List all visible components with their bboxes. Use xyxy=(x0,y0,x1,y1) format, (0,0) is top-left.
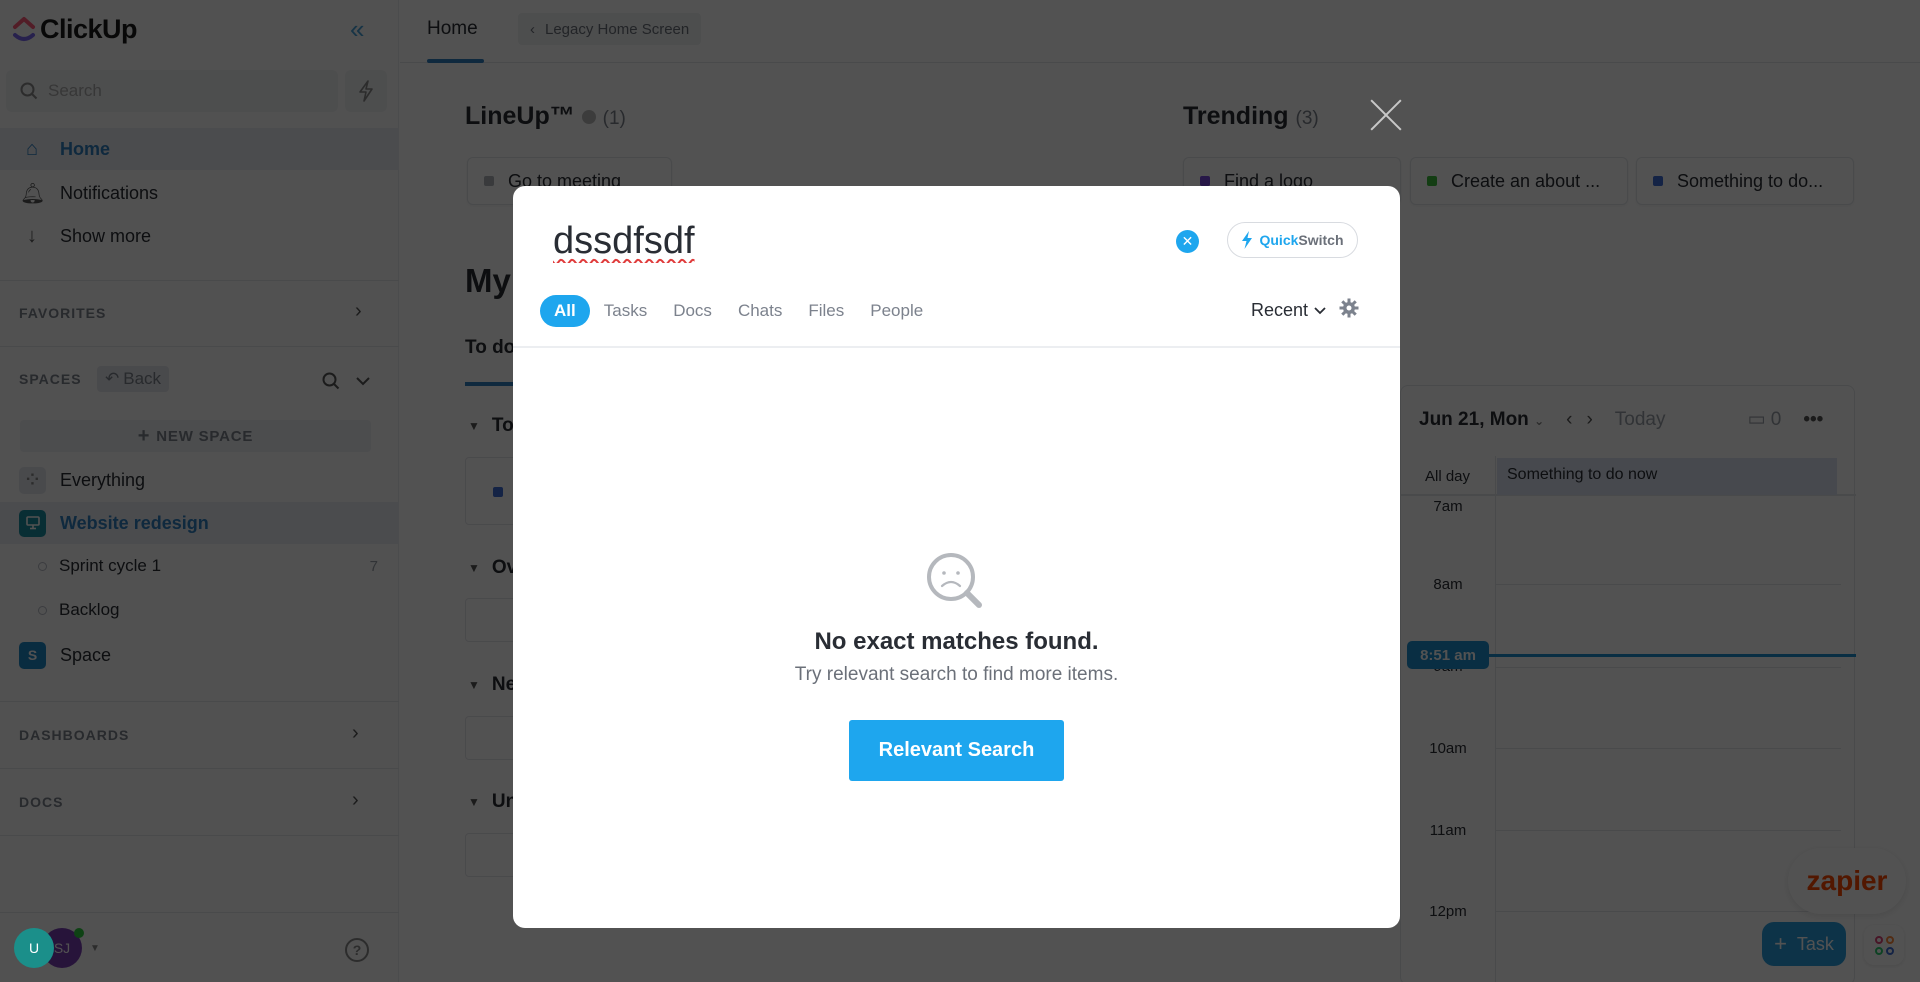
empty-state-title: No exact matches found. xyxy=(814,628,1099,655)
lightning-icon xyxy=(1242,231,1253,249)
tab-docs[interactable]: Docs xyxy=(673,295,712,327)
avatar: U xyxy=(14,928,54,968)
search-query-input[interactable] xyxy=(553,216,1153,266)
tab-all[interactable]: All xyxy=(540,295,590,327)
tab-files[interactable]: Files xyxy=(808,295,844,327)
quickswitch-quick: Quick xyxy=(1259,232,1299,248)
quickswitch-switch: Switch xyxy=(1298,232,1344,248)
tab-chats[interactable]: Chats xyxy=(738,295,782,327)
tab-people[interactable]: People xyxy=(870,295,923,327)
modal-divider xyxy=(513,346,1400,348)
search-modal: ✕ QuickSwitch All Tasks Docs Chats Files… xyxy=(513,186,1400,928)
quickswitch-button[interactable]: QuickSwitch xyxy=(1227,222,1358,258)
filter-tabs: All Tasks Docs Chats Files People xyxy=(540,295,923,327)
chevron-down-icon xyxy=(1314,306,1326,314)
clear-search-icon[interactable]: ✕ xyxy=(1176,230,1199,253)
relevant-search-button[interactable]: Relevant Search xyxy=(849,720,1064,781)
empty-state-subtitle: Try relevant search to find more items. xyxy=(794,664,1119,685)
sort-label: Recent xyxy=(1251,300,1309,320)
close-icon[interactable] xyxy=(1370,98,1402,130)
sad-search-icon xyxy=(927,553,982,608)
sort-dropdown[interactable]: Recent xyxy=(1251,300,1326,321)
tab-tasks[interactable]: Tasks xyxy=(604,295,647,327)
gear-icon[interactable] xyxy=(1339,298,1359,318)
